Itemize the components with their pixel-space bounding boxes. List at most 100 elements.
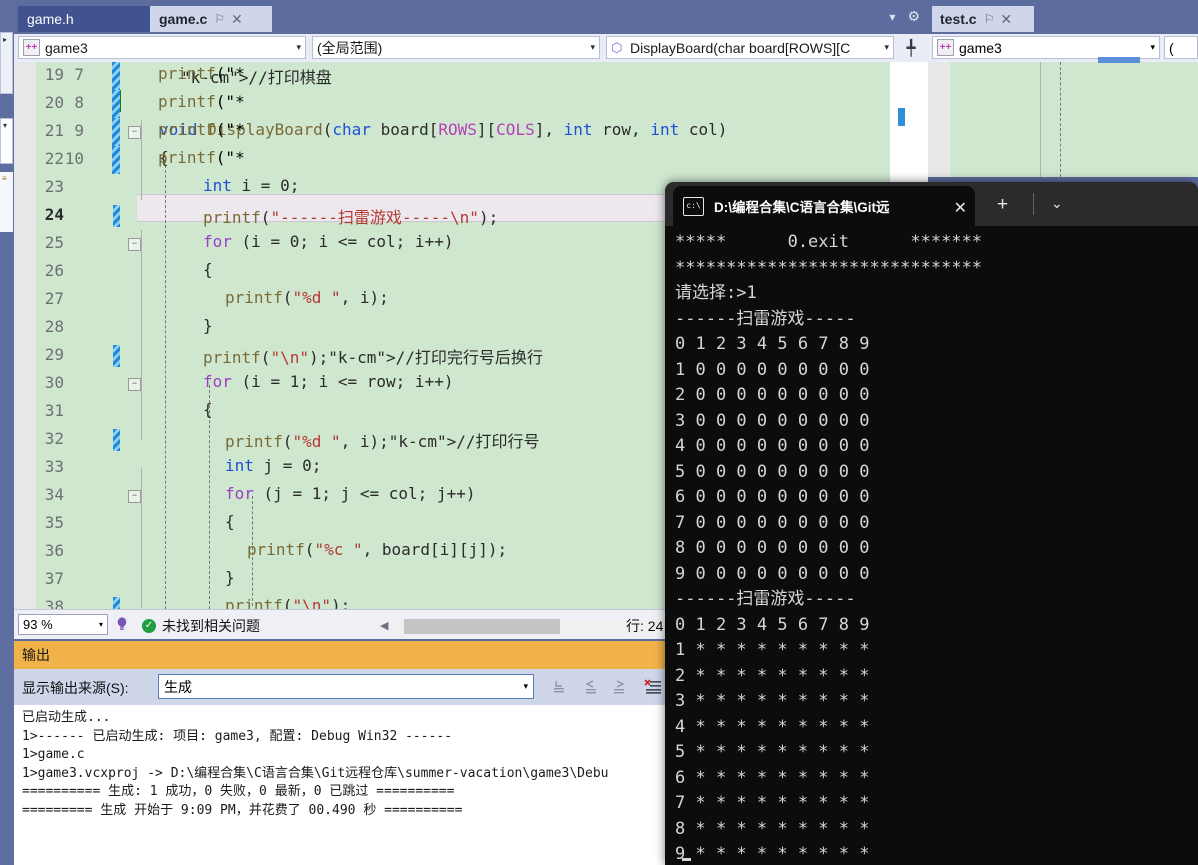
code-text: { [203,260,213,279]
close-icon[interactable]: ✕ [1000,11,1012,28]
right-editor-gutter [928,62,950,177]
console-output-text[interactable]: ***** 0.exit ******* *******************… [665,226,1198,865]
fold-guide [1040,62,1041,177]
member-name: DisplayBoard(char board[ROWS][C [630,39,851,56]
project-name: game3 [959,39,1002,56]
line-number: 31 [44,401,64,420]
lightbulb-icon[interactable] [114,616,130,636]
right-scope-value: ( [1169,39,1174,56]
output-source-value: 生成 [164,678,192,695]
line-number: 37 [44,569,64,588]
line-number: 30 [44,373,64,392]
code-text: printf("* [158,92,245,111]
chevron-down-icon: ▾ [884,42,889,52]
tab-label: test.c [940,11,977,27]
fold-toggle[interactable]: − [128,238,141,251]
tabstrip-controls: ▾ ⚙ [889,8,920,25]
output-pane-toolbar: 显示输出来源(S): 生成 ▾ [14,669,668,705]
line-number: 8 [74,93,84,112]
member-selector[interactable]: ⬡ DisplayBoard(char board[ROWS][C ▾ [606,36,894,59]
right-scope-selector[interactable]: ( [1164,36,1198,59]
code-line[interactable]: 9 printf("* [0,118,270,146]
gear-icon[interactable]: ⚙ [907,8,920,25]
tab-label: game.c [159,11,208,27]
editor-tabstrip: game.h game.c ⚐ ✕ ▾ ⚙ [14,0,928,32]
line-number: 23 [44,177,64,196]
code-text: for (j = 1; j <= col; j++) [225,484,476,503]
split-view-button[interactable]: ╇ [900,36,922,59]
fold-toggle[interactable]: − [128,378,141,391]
zoom-level-selector[interactable]: 93 % ▾ [18,614,108,635]
pin-icon[interactable]: ⚐ [984,12,995,26]
new-tab-icon[interactable]: + [997,194,1008,216]
line-number: 29 [44,345,64,364]
code-text: int j = 0; [225,456,322,475]
right-horizontal-scrollbar-thumb[interactable] [1098,57,1140,63]
code-text: printf("%d ", i); [225,288,389,307]
changed-line-marker [112,146,120,174]
divider [1033,193,1034,215]
scroll-left-icon[interactable]: ◀ [380,619,388,632]
changed-line-marker [112,118,120,146]
output-source-selector[interactable]: 生成 ▾ [158,674,534,699]
project-icon: ++ [23,39,40,56]
code-text: printf("%c ", board[i][j]); [247,540,508,559]
console-titlebar[interactable]: c:\ D:\编程合集\C语言合集\Git远 ✕ + ⌄ [665,182,1198,226]
pin-icon[interactable]: ⚐ [214,12,225,26]
line-number: 9 [74,121,84,140]
line-number: 32 [44,429,64,448]
scope-name: (全局范围) [317,39,383,56]
output-title-label: 输出 [22,647,50,663]
changed-line-marker [113,205,120,227]
tab-overflow-icon[interactable]: ▾ [889,10,895,24]
output-pane-title[interactable]: 输出 [14,641,676,669]
previous-message-icon[interactable] [580,677,602,697]
code-text: printf("* [158,120,245,139]
fold-toggle[interactable]: − [128,490,141,503]
console-tab[interactable]: c:\ D:\编程合集\C语言合集\Git远 ✕ [673,186,975,226]
next-message-icon[interactable] [608,677,630,697]
code-text: } [203,316,213,335]
line-number: 28 [44,317,64,336]
code-text: int i = 0; [203,176,300,195]
project-selector[interactable]: ++ game3 ▾ [18,36,306,59]
chevron-down-icon[interactable]: ⌄ [1051,195,1063,212]
code-text: printf("%d ", i);"k-cm">//打印行号 [225,432,540,451]
clear-output-icon[interactable] [642,677,664,697]
code-line[interactable]: 8 printf("* [0,90,270,118]
output-text[interactable]: 已启动生成... 1>------ 已启动生成: 项目: game3, 配置: … [14,705,668,865]
right-project-selector[interactable]: ++ game3 ▾ [932,36,1160,59]
console-window[interactable]: c:\ D:\编程合集\C语言合集\Git远 ✕ + ⌄ ***** 0.exi… [665,182,1198,865]
line-number: 26 [44,261,64,280]
scrollbar-thumb[interactable] [404,619,560,634]
code-text: { [225,512,235,531]
code-text: printf("* [158,148,245,167]
issue-status[interactable]: ✓ 未找到相关问题 [142,616,260,636]
code-text: for (i = 1; i <= row; i++) [203,372,454,391]
console-tab-title: D:\编程合集\C语言合集\Git远 [714,200,890,215]
goto-message-icon[interactable] [548,677,570,697]
code-editor-test-c[interactable] [928,62,1198,177]
code-line[interactable]: 10 printf("* [0,146,270,174]
line-number: 35 [44,513,64,532]
close-icon[interactable]: ✕ [231,11,243,28]
changed-line-marker [113,345,120,367]
changed-line-marker [112,90,120,118]
tab-game-h[interactable]: game.h [18,6,150,32]
close-icon[interactable]: ✕ [954,198,967,218]
tab-game-c[interactable]: game.c ⚐ ✕ [150,6,272,32]
code-text: { [203,400,213,419]
code-text: printf("* [158,64,245,83]
line-number: 36 [44,541,64,560]
console-caret [682,858,691,861]
caret-row-indicator: 行: 24 [626,618,664,634]
code-line[interactable]: 7 printf("* [0,62,270,90]
output-source-label: 显示输出来源(S): [22,680,129,696]
line-number: 10 [64,149,84,168]
tab-test-c[interactable]: test.c ⚐ ✕ [932,6,1034,32]
scope-selector[interactable]: (全局范围) ▾ [312,36,600,59]
line-number: 7 [74,65,84,84]
chevron-down-icon: ▾ [590,42,595,52]
chevron-down-icon: ▾ [1150,42,1155,52]
line-number: 34 [44,485,64,504]
